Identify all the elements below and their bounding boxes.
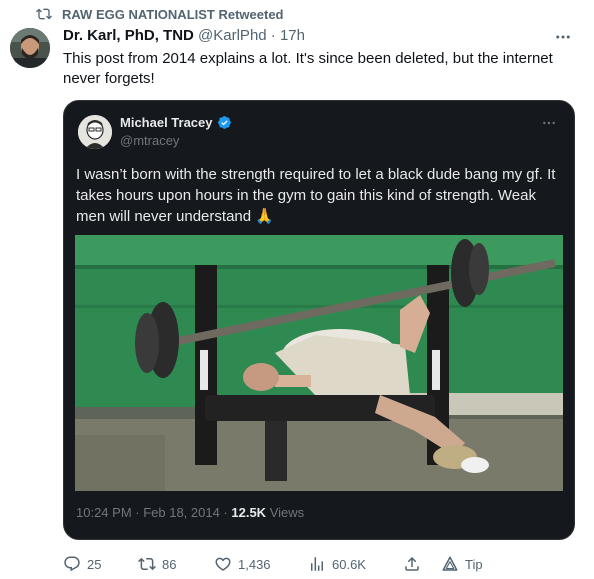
quoted-tweet-views-label: Views bbox=[266, 505, 305, 520]
verified-icon bbox=[217, 116, 231, 129]
quoted-tweet-image[interactable] bbox=[75, 235, 563, 491]
retweet-context[interactable]: RAW EGG NATIONALIST Retweeted bbox=[36, 6, 284, 22]
quoted-tweet-meta: 10:24 PM · Feb 18, 2014 · 12.5K Views bbox=[76, 505, 304, 520]
share-icon bbox=[405, 556, 419, 571]
retweet-context-text: RAW EGG NATIONALIST Retweeted bbox=[62, 6, 284, 22]
quoted-tweet-views-count: 12.5K bbox=[231, 505, 267, 520]
tip-button[interactable]: Tip bbox=[441, 554, 483, 574]
author-avatar[interactable] bbox=[10, 28, 50, 68]
retweet-icon bbox=[36, 8, 52, 20]
like-icon bbox=[215, 557, 231, 571]
tweet-text: This post from 2014 explains a lot. It's… bbox=[63, 50, 553, 87]
reply-icon bbox=[64, 556, 80, 572]
like-count: 1,436 bbox=[238, 556, 271, 572]
tweet-header: Dr. Karl, PhD, TND @KarlPhd · 17h bbox=[63, 27, 305, 44]
time-separator: · bbox=[270, 27, 276, 44]
tweet-time[interactable]: 17h bbox=[280, 27, 305, 44]
retweet-button[interactable]: 86 bbox=[138, 554, 176, 574]
reply-button[interactable]: 25 bbox=[63, 554, 101, 574]
quoted-more-options-button[interactable] bbox=[538, 113, 560, 133]
tip-label: Tip bbox=[465, 556, 483, 572]
quoted-tweet-text: I wasn’t born with the strength required… bbox=[76, 166, 556, 225]
tweet-actions-bar: 25 86 1,436 60.6K Tip bbox=[63, 554, 583, 574]
quoted-author-handle[interactable]: @mtracey bbox=[120, 133, 179, 148]
quoted-tweet-timestamp[interactable]: 10:24 PM · Feb 18, 2014 · bbox=[76, 505, 231, 520]
quoted-author-avatar[interactable] bbox=[78, 115, 112, 149]
like-button[interactable]: 1,436 bbox=[214, 554, 271, 574]
more-icon bbox=[543, 121, 555, 125]
quoted-author-name-row[interactable]: Michael Tracey bbox=[120, 115, 232, 130]
more-options-button[interactable] bbox=[550, 24, 576, 50]
retweet-icon bbox=[138, 557, 156, 571]
views-count: 60.6K bbox=[332, 556, 366, 572]
reply-count: 25 bbox=[87, 556, 102, 572]
tip-icon bbox=[442, 556, 458, 571]
retweet-count: 86 bbox=[162, 556, 177, 572]
share-button[interactable] bbox=[403, 554, 421, 574]
more-icon bbox=[556, 35, 570, 39]
views-button[interactable]: 60.6K bbox=[308, 554, 366, 574]
author-name[interactable]: Dr. Karl, PhD, TND bbox=[63, 27, 194, 44]
author-handle[interactable]: @KarlPhd bbox=[198, 27, 267, 44]
quoted-tweet-card[interactable]: Michael Tracey @mtracey I wasn’t born wi… bbox=[63, 100, 575, 540]
views-icon bbox=[311, 557, 323, 571]
quoted-author-name: Michael Tracey bbox=[120, 115, 213, 130]
